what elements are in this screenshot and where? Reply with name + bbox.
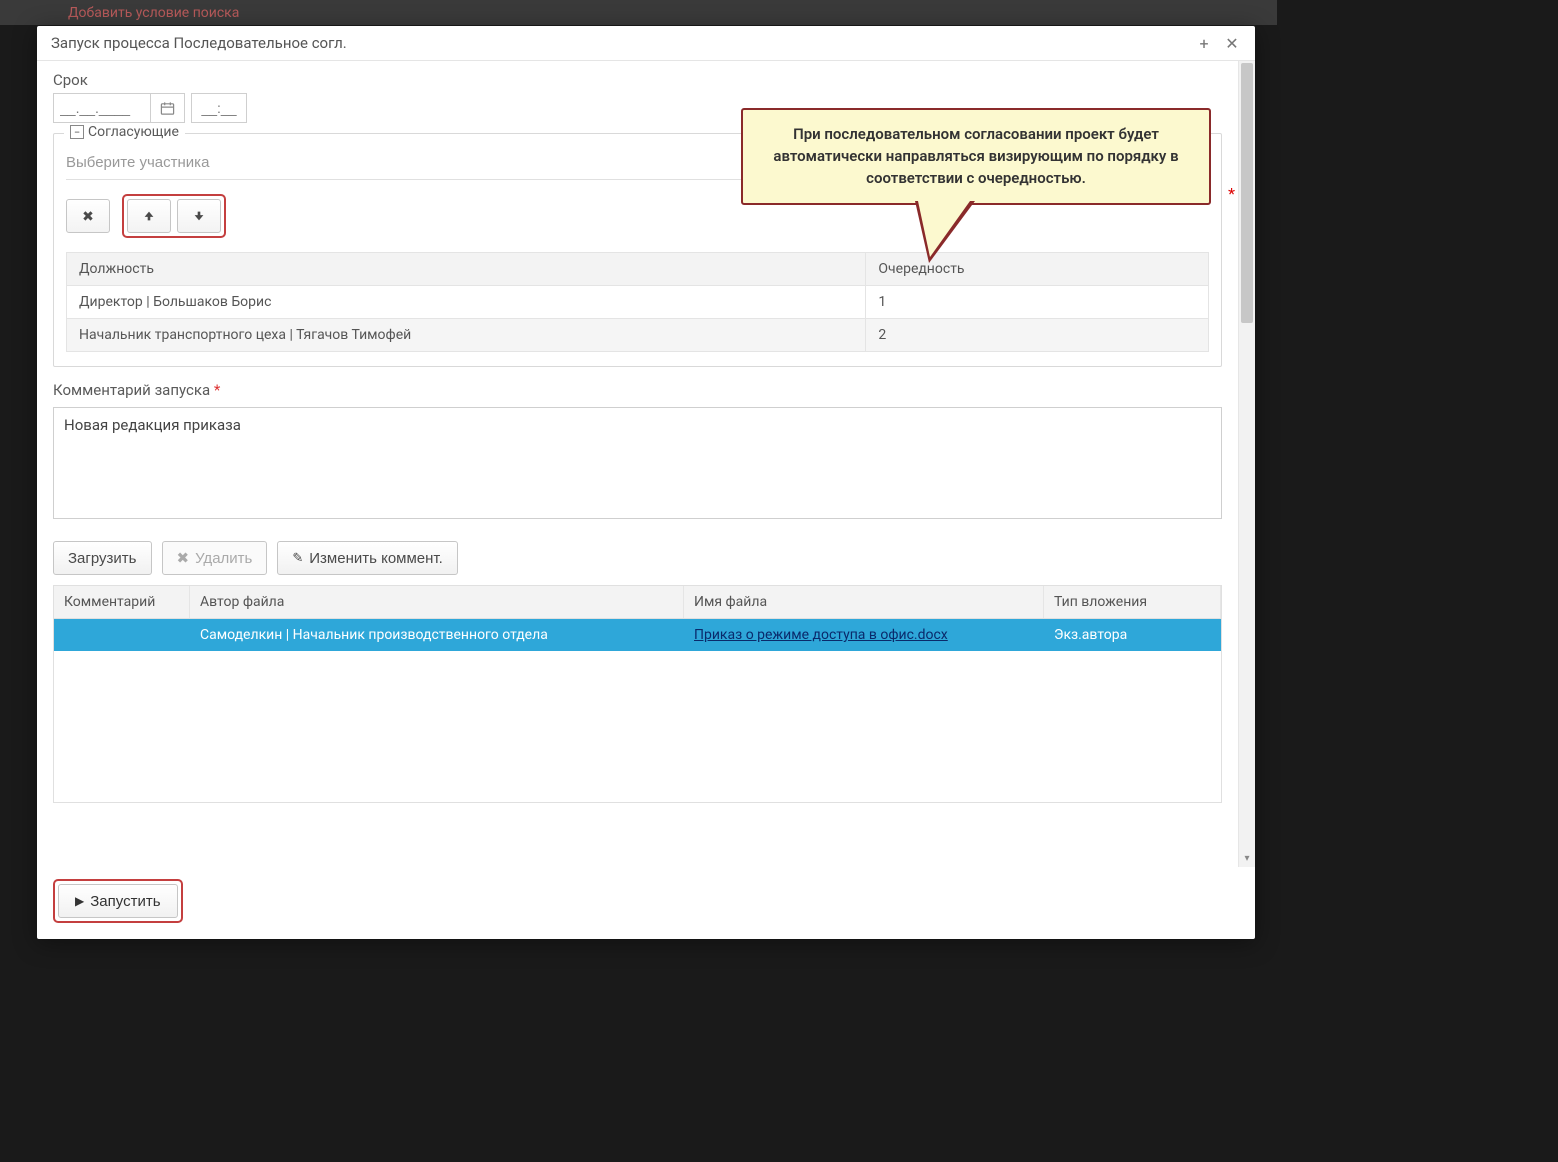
launch-comment-input[interactable]	[53, 407, 1222, 519]
delete-file-button[interactable]: ✖ Удалить	[162, 541, 268, 575]
time-input[interactable]	[192, 94, 246, 122]
scroll-down-icon[interactable]: ▾	[1239, 851, 1255, 865]
collapse-icon[interactable]: −	[70, 125, 84, 139]
dialog-title: Запуск процесса Последовательное согл.	[51, 34, 1185, 52]
close-icon[interactable]: ✕	[1223, 34, 1241, 52]
reorder-highlight	[122, 194, 226, 238]
calendar-icon[interactable]	[150, 94, 184, 122]
move-down-button[interactable]	[177, 199, 221, 233]
comment-label: Комментарий запуска *	[53, 381, 1222, 399]
play-icon: ▶	[75, 894, 84, 908]
edit-comment-button[interactable]: ✎ Изменить коммент.	[277, 541, 457, 575]
dialog-footer: ▶ Запустить	[37, 867, 1255, 939]
approvers-table: Должность Очередность Директор | Большак…	[66, 252, 1209, 352]
remove-approver-button[interactable]: ✖	[66, 199, 110, 233]
files-grid-header: Комментарий Автор файла Имя файла Тип вл…	[54, 586, 1221, 619]
file-toolbar: Загрузить ✖ Удалить ✎ Изменить коммент.	[53, 541, 1222, 575]
launch-button[interactable]: ▶ Запустить	[58, 884, 178, 918]
time-field-wrap	[191, 93, 247, 123]
file-row[interactable]: Самоделкин | Начальник производственного…	[54, 619, 1221, 651]
file-link[interactable]: Приказ о режиме доступа в офис.docx	[694, 627, 948, 643]
col-author: Автор файла	[190, 586, 684, 618]
approvers-legend: − Согласующие	[64, 124, 185, 140]
files-grid: Комментарий Автор файла Имя файла Тип вл…	[53, 585, 1222, 803]
col-filename: Имя файла	[684, 586, 1044, 618]
deadline-label: Срок	[53, 71, 1222, 89]
col-comment: Комментарий	[54, 586, 190, 618]
date-field-wrap	[53, 93, 185, 123]
move-up-button[interactable]	[127, 199, 171, 233]
upload-button[interactable]: Загрузить	[53, 541, 152, 575]
col-position: Должность	[67, 253, 866, 286]
info-callout: При последовательном согласовании проект…	[741, 108, 1211, 205]
background-toolbar: Добавить условие поиска	[0, 0, 1277, 25]
dialog-header: Запуск процесса Последовательное согл. +…	[37, 26, 1255, 61]
bg-search-hint: Добавить условие поиска	[68, 5, 239, 21]
process-launch-dialog: Запуск процесса Последовательное согл. +…	[37, 26, 1255, 939]
comment-section: Комментарий запуска *	[53, 381, 1222, 523]
required-marker: *	[1228, 184, 1235, 203]
launch-highlight: ▶ Запустить	[53, 879, 183, 923]
add-icon[interactable]: +	[1195, 34, 1213, 52]
close-icon: ✖	[177, 549, 190, 567]
approvers-legend-text: Согласующие	[88, 124, 179, 140]
col-type: Тип вложения	[1044, 586, 1221, 618]
scrollbar-thumb[interactable]	[1241, 63, 1253, 323]
table-row[interactable]: Начальник транспортного цеха | Тягачов Т…	[67, 319, 1209, 352]
pencil-icon: ✎	[292, 550, 303, 566]
table-row[interactable]: Директор | Большаков Борис 1	[67, 286, 1209, 319]
date-input[interactable]	[54, 94, 150, 122]
vertical-scrollbar[interactable]: ▾	[1238, 61, 1255, 867]
